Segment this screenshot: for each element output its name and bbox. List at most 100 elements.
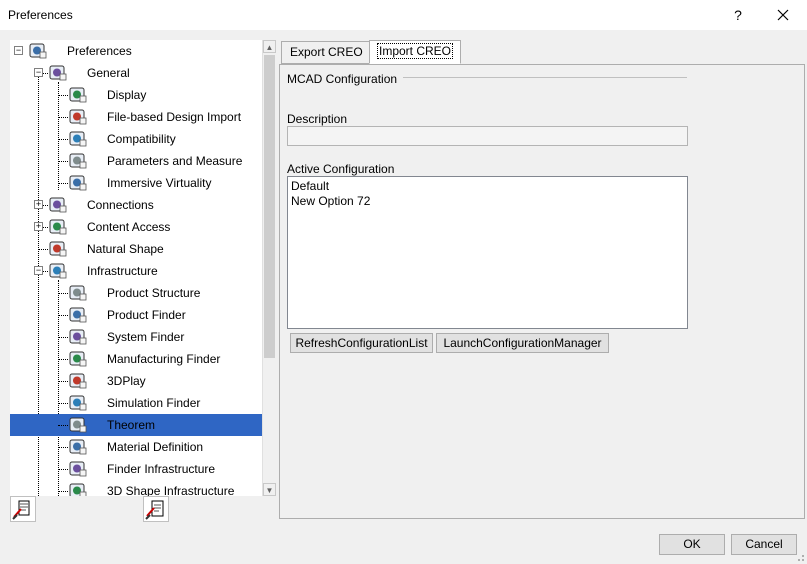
tree-connector — [58, 381, 68, 382]
tree-connector — [58, 425, 68, 426]
tree-item[interactable]: Display — [10, 84, 262, 106]
tree-item-label: Display — [107, 88, 147, 102]
tree-item-label: Simulation Finder — [107, 396, 201, 410]
tree-item-label: Connections — [87, 198, 154, 212]
ok-button[interactable]: OK — [659, 534, 725, 555]
list-item[interactable]: Default — [291, 179, 329, 193]
tree-connector — [58, 491, 68, 492]
tree-item-label: Compatibility — [107, 132, 176, 146]
tab-label: Import CREO — [376, 43, 454, 59]
collapse-icon[interactable]: − — [34, 266, 43, 275]
tree-item[interactable]: Compatibility — [10, 128, 262, 150]
material-definition-icon — [69, 439, 87, 455]
theorem-icon — [69, 417, 87, 433]
display-icon — [69, 87, 87, 103]
tree-item[interactable]: Finder Infrastructure — [10, 458, 262, 480]
tree-item[interactable]: − Preferences — [10, 40, 262, 62]
tree-item-label: 3D Shape Infrastructure — [107, 484, 235, 496]
resize-grip-icon[interactable] — [795, 552, 805, 562]
tree-item[interactable]: Product Structure — [10, 282, 262, 304]
collapse-icon[interactable]: − — [34, 68, 43, 77]
tree-item[interactable]: System Finder — [10, 326, 262, 348]
tab-label: Export CREO — [290, 45, 363, 59]
tree-item-label: File-based Design Import — [107, 110, 242, 124]
expand-icon[interactable]: + — [34, 222, 43, 231]
tree-item[interactable]: − Infrastructure — [10, 260, 262, 282]
tree-item[interactable]: 3DPlay — [10, 370, 262, 392]
content-access-icon — [49, 219, 67, 235]
tree-connector — [58, 469, 68, 470]
tree-item[interactable]: Theorem — [10, 414, 262, 436]
tree-connector — [58, 161, 68, 162]
group-title: MCAD Configuration — [287, 72, 398, 86]
tree-item[interactable]: Simulation Finder — [10, 392, 262, 414]
tree-item[interactable]: File-based Design Import — [10, 106, 262, 128]
tree-item[interactable]: − General — [10, 62, 262, 84]
tree-item-label: General — [87, 66, 130, 80]
tree-item[interactable]: + Content Access — [10, 216, 262, 238]
close-button[interactable] — [770, 3, 796, 27]
general-icon — [49, 65, 67, 81]
tree-item[interactable]: Natural Shape — [10, 238, 262, 260]
tab-export-creo[interactable]: Export CREO — [281, 41, 372, 64]
infrastructure-icon — [49, 263, 67, 279]
tree-item[interactable]: Material Definition — [10, 436, 262, 458]
tree-connector — [58, 337, 68, 338]
active-configuration-label: Active Configuration — [287, 162, 395, 176]
title-bar: Preferences ? — [0, 0, 807, 30]
tree-connector — [58, 403, 68, 404]
description-field[interactable] — [287, 126, 688, 146]
description-label: Description — [287, 112, 348, 126]
tree-scrollbar[interactable]: ▲ ▼ — [262, 40, 276, 496]
tree-item-label: Manufacturing Finder — [107, 352, 221, 366]
list-item[interactable]: New Option 72 — [291, 194, 370, 208]
help-button[interactable]: ? — [728, 3, 748, 27]
cancel-button[interactable]: Cancel — [731, 534, 797, 555]
natural-shape-icon — [49, 241, 67, 257]
3dplay-icon — [69, 373, 87, 389]
preferences-icon — [29, 43, 47, 59]
tree-item-label: Natural Shape — [87, 242, 164, 256]
immersive-icon — [69, 175, 87, 191]
tree-item[interactable]: 3D Shape Infrastructure — [10, 480, 262, 496]
import-settings-icon[interactable] — [143, 496, 169, 522]
tree-connector — [58, 315, 68, 316]
preferences-tree[interactable]: − Preferences − General Display File-based De… — [10, 40, 262, 496]
window-title: Preferences — [8, 8, 73, 22]
tree-item[interactable]: Product Finder — [10, 304, 262, 326]
simulation-finder-icon — [69, 395, 87, 411]
tree-connector — [58, 95, 68, 96]
expand-icon[interactable]: + — [34, 200, 43, 209]
manufacturing-finder-icon — [69, 351, 87, 367]
scroll-thumb[interactable] — [264, 55, 275, 358]
home-settings-icon[interactable] — [10, 496, 36, 522]
configuration-list[interactable]: Default New Option 72 — [287, 176, 688, 329]
tree-item[interactable]: Manufacturing Finder — [10, 348, 262, 370]
tree-item[interactable]: + Connections — [10, 194, 262, 216]
connections-icon — [49, 197, 67, 213]
scroll-up-arrow[interactable]: ▲ — [263, 40, 276, 53]
tree-item-label: System Finder — [107, 330, 185, 344]
tree-item-label: Content Access — [87, 220, 171, 234]
3d-shape-infrastructure-icon — [69, 483, 87, 496]
tree-connector — [58, 183, 68, 184]
group-divider — [403, 77, 687, 78]
file-import-icon — [69, 109, 87, 125]
tree-item[interactable]: Immersive Virtuality — [10, 172, 262, 194]
collapse-icon[interactable]: − — [14, 46, 23, 55]
tree-connector — [58, 139, 68, 140]
tree-item-label: Infrastructure — [87, 264, 158, 278]
tree-connector — [38, 249, 48, 250]
tree-item-label: Parameters and Measure — [107, 154, 243, 168]
launch-configuration-manager-button[interactable]: LaunchConfigurationManager — [436, 333, 609, 353]
tree-item-label: Product Finder — [107, 308, 186, 322]
tree-item-label: Product Structure — [107, 286, 201, 300]
product-structure-icon — [69, 285, 87, 301]
tree-item[interactable]: Parameters and Measure — [10, 150, 262, 172]
system-finder-icon — [69, 329, 87, 345]
tree-item-label: Theorem — [107, 418, 156, 432]
refresh-configuration-list-button[interactable]: RefreshConfigurationList — [290, 333, 433, 353]
close-icon — [777, 9, 789, 21]
tab-import-creo[interactable]: Import CREO — [369, 40, 462, 64]
scroll-down-arrow[interactable]: ▼ — [263, 483, 276, 496]
